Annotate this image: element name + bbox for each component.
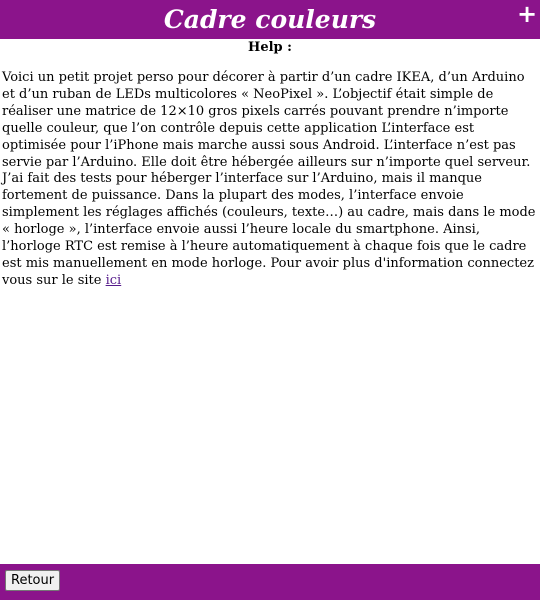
help-link[interactable]: ici — [106, 273, 122, 288]
footer-bar: Retour — [0, 564, 540, 600]
back-button[interactable]: Retour — [5, 570, 61, 591]
add-button[interactable]: + — [516, 2, 538, 26]
help-heading: Help : — [248, 40, 292, 55]
header-bar: Cadre couleurs + — [0, 0, 540, 39]
app-title: Cadre couleurs — [163, 5, 377, 34]
help-body: Voici un petit projet perso pour décorer… — [2, 70, 536, 288]
help-text: Voici un petit projet perso pour décorer… — [2, 70, 540, 290]
